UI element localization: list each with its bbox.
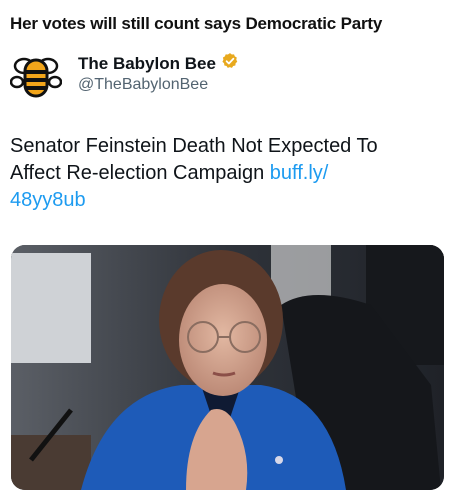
verified-badge-icon <box>221 52 239 75</box>
photo-illustration <box>11 245 444 490</box>
author-name-label: The Babylon Bee <box>78 53 216 73</box>
author-name[interactable]: The Babylon Bee <box>78 52 239 75</box>
bee-logo-icon[interactable] <box>9 51 63 103</box>
post-caption: Her votes will still count says Democrat… <box>10 14 383 33</box>
tweet-link-part1: buff.ly/ <box>269 162 329 184</box>
author-handle[interactable]: @TheBabylonBee <box>78 76 208 94</box>
cropped-text-fragment <box>60 0 180 2</box>
tweet-link-part2: 48yy8ub <box>10 189 86 211</box>
tweet-text: Senator Feinstein Death Not Expected To … <box>10 133 430 214</box>
tweet-photo[interactable] <box>11 245 444 490</box>
